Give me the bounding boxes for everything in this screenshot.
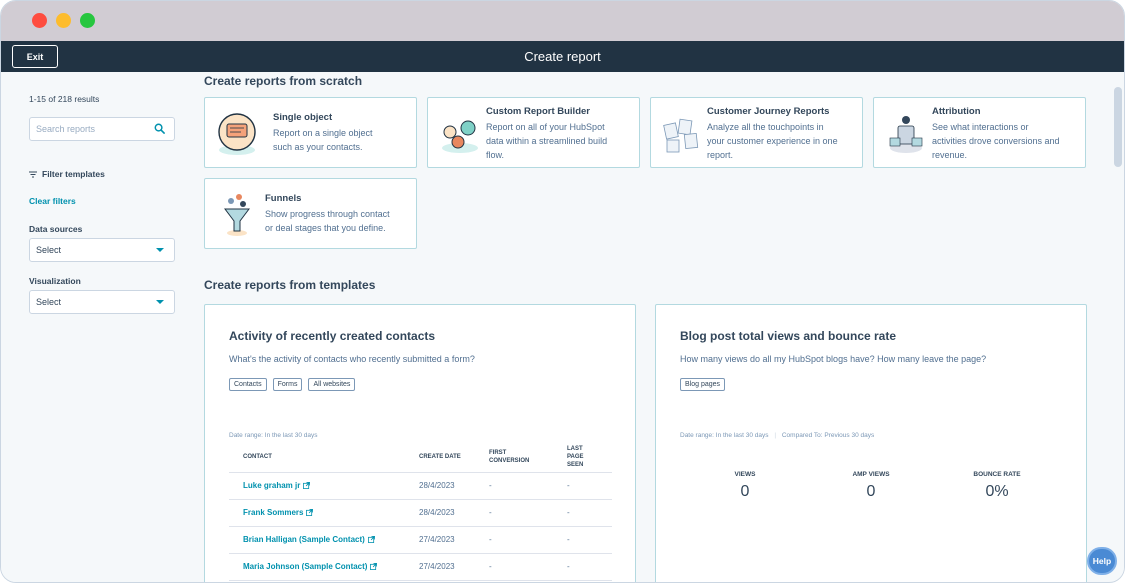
template-title: Activity of recently created contacts (229, 329, 436, 343)
visualization-select[interactable]: Select (29, 290, 175, 314)
attribution-card[interactable]: Attribution See what interactions or act… (873, 97, 1086, 168)
filter-templates-label: Filter templates (42, 169, 105, 179)
amp-views-metric: AMP VIEWS 0 (852, 471, 890, 500)
card-title: Funnels (265, 193, 302, 204)
table-header-row: CONTACT CREATE DATE FIRST CONVERSION LAS… (229, 443, 612, 473)
single-object-card[interactable]: Single object Report on a single object … (204, 97, 417, 168)
card-description: Report on a single object such as your c… (273, 128, 373, 152)
templates-section-title: Create reports from templates (204, 278, 376, 292)
visualization-value: Select (36, 297, 62, 307)
clear-filters-link[interactable]: Clear filters (29, 196, 76, 206)
first-conversion-cell: - (475, 526, 553, 554)
external-link-icon[interactable] (306, 509, 314, 517)
last-page-seen-cell: - (553, 472, 612, 500)
column-header-last-page-seen: LAST PAGE SEEN (553, 443, 612, 473)
card-description: Report on all of your HubSpot data withi… (486, 122, 608, 160)
create-date-cell: 28/4/2023 (405, 472, 475, 500)
chevron-down-icon (156, 300, 164, 304)
data-sources-value: Select (36, 245, 62, 255)
data-sources-label: Data sources (29, 224, 83, 234)
custom-report-builder-icon (442, 120, 478, 153)
column-header-contact: CONTACT (229, 443, 405, 473)
window-titlebar (1, 1, 1124, 41)
card-description: See what interactions or activities drov… (932, 122, 1060, 160)
app-header: Create report Exit (1, 41, 1124, 72)
tag-forms: Forms (272, 378, 303, 391)
maximize-window-icon[interactable] (80, 13, 95, 28)
date-range: Date range: In the last 30 days | Compar… (680, 432, 875, 439)
filter-templates-heading: Filter templates (29, 169, 105, 179)
template-description: How many views do all my HubSpot blogs h… (680, 354, 987, 364)
customer-journey-card[interactable]: Customer Journey Reports Analyze all the… (650, 97, 863, 168)
minimize-window-icon[interactable] (56, 13, 71, 28)
compared-to: Compared To: Previous 30 days (781, 432, 875, 439)
visualization-label: Visualization (29, 276, 81, 286)
last-page-seen-cell: - (553, 526, 612, 554)
page-title: Create report (524, 49, 601, 64)
table-row: Maria Johnson (Sample Contact) 27/4/2023… (229, 553, 612, 581)
column-header-create-date: CREATE DATE (405, 443, 475, 473)
main-content: Create reports from scratch Single objec… (189, 72, 1114, 582)
contact-link[interactable]: Brian Halligan (Sample Contact) (229, 526, 405, 554)
results-count: 1-15 of 218 results (29, 94, 100, 104)
external-link-icon[interactable] (303, 482, 311, 490)
attribution-icon (889, 116, 923, 153)
contacts-table: CONTACT CREATE DATE FIRST CONVERSION LAS… (229, 443, 612, 581)
bounce-rate-metric: BOUNCE RATE 0% (973, 471, 1021, 500)
scratch-section-title: Create reports from scratch (204, 74, 363, 88)
template-description: What's the activity of contacts who rece… (229, 354, 475, 364)
template-title: Blog post total views and bounce rate (680, 329, 897, 343)
create-date-cell: 28/4/2023 (405, 499, 475, 527)
tag-contacts: Contacts (229, 378, 267, 391)
app-window: Create report Exit 1-15 of 218 results F… (0, 0, 1125, 583)
tag-blog-pages: Blog pages (680, 378, 726, 391)
create-date-cell: 27/4/2023 (405, 526, 475, 554)
close-window-icon[interactable] (32, 13, 47, 28)
first-conversion-cell: - (475, 499, 553, 527)
exit-button[interactable]: Exit (12, 45, 58, 68)
date-range: Date range: In the last 30 days (229, 432, 318, 439)
card-description: Analyze all the touchpoints in your cust… (707, 122, 838, 160)
scrollbar-thumb[interactable] (1114, 87, 1122, 167)
external-link-icon[interactable] (370, 563, 378, 571)
template-tags: Blog pages (680, 378, 726, 391)
card-description: Show progress through contact or deal st… (265, 209, 390, 233)
column-header-first-conversion: FIRST CONVERSION (475, 443, 553, 473)
custom-report-builder-card[interactable]: Custom Report Builder Report on all of y… (427, 97, 640, 168)
activity-template-card[interactable]: Activity of recently created contacts Wh… (204, 304, 636, 582)
card-title: Custom Report Builder (486, 106, 590, 117)
last-page-seen-cell: - (553, 499, 612, 527)
customer-journey-icon (663, 118, 699, 153)
filter-icon (29, 171, 37, 177)
create-date-cell: 27/4/2023 (405, 553, 475, 581)
chevron-down-icon (156, 248, 164, 252)
first-conversion-cell: - (475, 472, 553, 500)
funnels-card[interactable]: Funnels Show progress through contact or… (204, 178, 417, 249)
filter-sidebar: 1-15 of 218 results Filter templates Cle… (1, 72, 189, 582)
blog-template-card[interactable]: Blog post total views and bounce rate Ho… (655, 304, 1087, 582)
external-link-icon[interactable] (367, 536, 375, 544)
table-row: Frank Sommers 28/4/2023 - - (229, 499, 612, 527)
card-title: Customer Journey Reports (707, 106, 830, 117)
data-sources-select[interactable]: Select (29, 238, 175, 262)
table-row: Brian Halligan (Sample Contact) 27/4/202… (229, 526, 612, 554)
tag-all-websites: All websites (308, 378, 356, 391)
template-tags: Contacts Forms All websites (229, 378, 356, 391)
funnel-icon (224, 194, 250, 236)
help-button[interactable]: Help (1087, 547, 1117, 575)
search-input[interactable] (30, 118, 145, 140)
contact-link[interactable]: Luke graham jr (229, 472, 405, 500)
contact-link[interactable]: Maria Johnson (Sample Contact) (229, 553, 405, 581)
card-title: Attribution (932, 106, 981, 117)
table-row: Luke graham jr 28/4/2023 - - (229, 472, 612, 500)
contact-link[interactable]: Frank Sommers (229, 499, 405, 527)
views-metric: VIEWS 0 (734, 471, 756, 500)
single-object-icon (218, 113, 256, 155)
last-page-seen-cell: - (553, 553, 612, 581)
search-box[interactable] (29, 117, 175, 141)
card-title: Single object (273, 112, 333, 123)
first-conversion-cell: - (475, 553, 553, 581)
search-icon[interactable] (154, 123, 165, 134)
